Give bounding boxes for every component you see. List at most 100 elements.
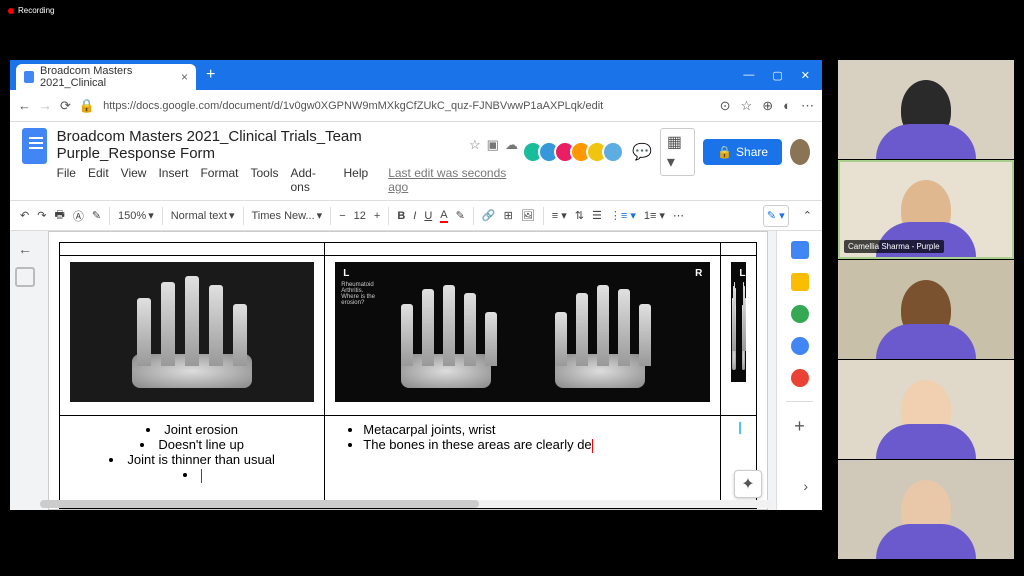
reload-icon[interactable]: ⟳: [60, 98, 71, 114]
menu-help[interactable]: Help: [344, 166, 369, 194]
cell-xray-1[interactable]: [60, 256, 325, 416]
move-icon[interactable]: ▣: [487, 137, 499, 153]
maximize-icon[interactable]: ▢: [772, 69, 782, 82]
list-item: Joint erosion: [70, 422, 314, 437]
zoom-select[interactable]: 150% ▾: [118, 209, 154, 222]
browser-tab[interactable]: Broadcom Masters 2021_Clinical ×: [16, 64, 196, 90]
font-size[interactable]: 12: [354, 210, 366, 222]
bullet-list-icon[interactable]: ⋮≡ ▾: [610, 209, 636, 222]
list-item: Joint is thinner than usual: [70, 452, 314, 467]
comments-icon[interactable]: 💬: [632, 142, 652, 162]
print-icon[interactable]: 🖶: [54, 206, 64, 225]
highlight-icon[interactable]: ✎: [456, 209, 465, 222]
url-field[interactable]: https://docs.google.com/document/d/1v0gw…: [103, 100, 712, 112]
cell-text-2[interactable]: Metacarpal joints, wrist The bones in th…: [325, 416, 721, 509]
close-icon[interactable]: ✕: [801, 69, 810, 82]
menu-addons[interactable]: Add-ons: [291, 166, 332, 194]
list-item: Doesn't line up: [70, 437, 314, 452]
video-tile-1[interactable]: [838, 60, 1014, 159]
text-color-icon[interactable]: A: [440, 209, 447, 223]
back-icon[interactable]: ←: [18, 98, 31, 113]
collaborator-avatar[interactable]: [602, 141, 624, 163]
hide-sidepanel-icon[interactable]: ›: [803, 478, 808, 494]
lock-share-icon: 🔒: [717, 145, 732, 159]
response-table: L R Rheumatoid Arthritis. Where is the e…: [59, 242, 757, 509]
video-tile-4[interactable]: [838, 360, 1014, 459]
cell-xray-2[interactable]: L R Rheumatoid Arthritis. Where is the e…: [325, 256, 721, 416]
document-body: ←: [10, 231, 822, 510]
menu-edit[interactable]: Edit: [88, 166, 109, 194]
outline-close-icon[interactable]: ←: [18, 241, 32, 257]
menu-format[interactable]: Format: [200, 166, 238, 194]
star-icon[interactable]: ☆: [469, 137, 481, 153]
participant-name: Camellia Sharma - Purple: [844, 240, 944, 253]
xray2-label-l: L: [343, 268, 349, 279]
user-avatar[interactable]: [790, 139, 810, 165]
video-tile-3[interactable]: [838, 260, 1014, 359]
underline-icon[interactable]: U: [424, 210, 432, 222]
horizontal-scrollbar[interactable]: [40, 500, 772, 508]
menu-file[interactable]: File: [57, 166, 76, 194]
collections-icon[interactable]: ⊕: [762, 98, 773, 114]
redo-icon[interactable]: ↷: [37, 209, 46, 222]
spellcheck-icon[interactable]: Ⓐ: [73, 208, 84, 224]
collaborator-avatars[interactable]: [528, 141, 624, 163]
new-tab-button[interactable]: +: [206, 66, 215, 84]
read-aloud-icon[interactable]: ⊙: [720, 98, 731, 114]
italic-icon[interactable]: I: [413, 210, 416, 222]
forward-icon: →: [39, 98, 52, 113]
comment-icon[interactable]: ⊞: [504, 209, 513, 222]
bold-icon[interactable]: B: [397, 210, 405, 222]
google-docs-logo-icon[interactable]: [22, 128, 47, 164]
xray-image-2: L R Rheumatoid Arthritis. Where is the e…: [335, 262, 710, 402]
left-gutter: ←: [10, 231, 40, 510]
share-button[interactable]: 🔒 Share: [703, 139, 782, 165]
favorite-icon[interactable]: ☆: [741, 98, 753, 114]
font-decrease[interactable]: −: [339, 210, 345, 222]
xray-image-1: [70, 262, 314, 402]
line-spacing-icon[interactable]: ⇅: [575, 209, 584, 222]
profile-icon[interactable]: ◐: [783, 98, 791, 114]
font-select[interactable]: Times New... ▾: [252, 209, 323, 222]
record-dot-icon: [8, 8, 14, 14]
numbered-list-icon[interactable]: 1≡ ▾: [644, 209, 665, 222]
present-icon[interactable]: ▦ ▾: [660, 128, 695, 176]
list-item: Metacarpal joints, wrist: [363, 422, 710, 437]
video-tile-2[interactable]: Camellia Sharma - Purple: [838, 160, 1014, 259]
menu-insert[interactable]: Insert: [158, 166, 188, 194]
last-edit-link[interactable]: Last edit was seconds ago: [388, 166, 518, 194]
menu-view[interactable]: View: [121, 166, 147, 194]
link-icon[interactable]: 🔗: [482, 209, 496, 222]
close-tab-icon[interactable]: ×: [181, 70, 188, 84]
image-icon[interactable]: 🖼: [521, 209, 535, 222]
calendar-icon[interactable]: [791, 241, 809, 259]
doc-title[interactable]: Broadcom Masters 2021_Clinical Trials_Te…: [57, 128, 461, 162]
lock-icon[interactable]: 🔒: [79, 98, 95, 114]
checklist-icon[interactable]: ☰: [592, 209, 602, 222]
editing-mode-button[interactable]: ✎ ▾: [763, 205, 789, 227]
maps-icon[interactable]: [791, 369, 809, 387]
minimize-icon[interactable]: —: [743, 69, 754, 82]
contacts-icon[interactable]: [791, 337, 809, 355]
menu-tools[interactable]: Tools: [250, 166, 278, 194]
video-tile-5[interactable]: [838, 460, 1014, 559]
outline-icon[interactable]: [15, 267, 35, 287]
keep-icon[interactable]: [791, 273, 809, 291]
paint-format-icon[interactable]: ✎: [92, 209, 101, 222]
add-addon-icon[interactable]: +: [794, 416, 805, 437]
xray-image-3: L: [731, 262, 746, 382]
font-increase[interactable]: +: [374, 210, 380, 222]
collapse-toolbar-icon[interactable]: ⌃: [803, 209, 812, 222]
collab-cursor: [739, 422, 741, 434]
cell-text-1[interactable]: Joint erosion Doesn't line up Joint is t…: [60, 416, 325, 509]
menu-icon[interactable]: ⋯: [801, 98, 814, 114]
explore-button[interactable]: ✦: [734, 470, 762, 498]
more-toolbar-icon[interactable]: ⋯: [673, 209, 684, 222]
tasks-icon[interactable]: [791, 305, 809, 323]
cell-xray-3[interactable]: L: [721, 256, 757, 416]
style-select[interactable]: Normal text ▾: [171, 209, 235, 222]
document-page[interactable]: L R Rheumatoid Arthritis. Where is the e…: [48, 231, 768, 510]
undo-icon[interactable]: ↶: [20, 209, 29, 222]
align-icon[interactable]: ≡ ▾: [552, 209, 567, 222]
scroll-thumb[interactable]: [40, 500, 479, 508]
